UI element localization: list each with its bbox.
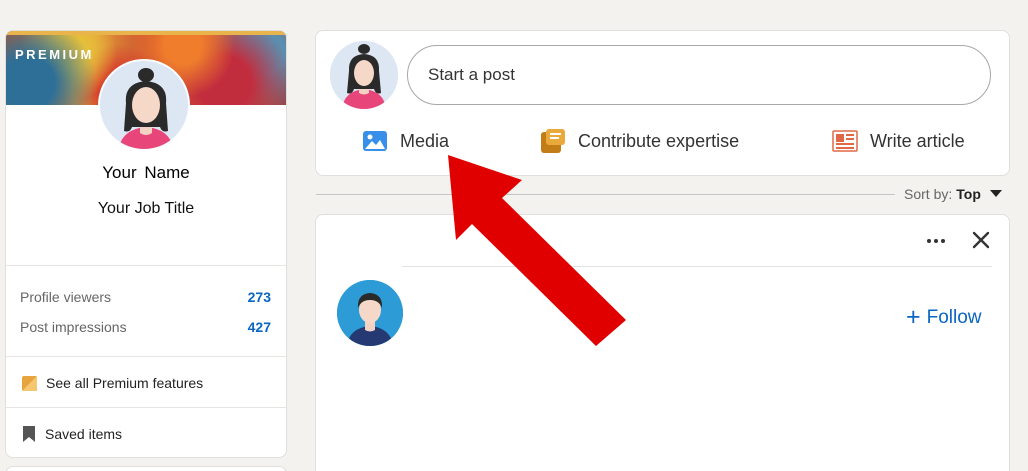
media-label: Media xyxy=(400,130,450,151)
stat-profile-viewers[interactable]: Profile viewers 273 xyxy=(20,287,271,307)
stat-label: Post impressions xyxy=(20,319,127,335)
feed-post-card: + Follow xyxy=(315,214,1010,471)
sort-dropdown[interactable]: Sort by: Top xyxy=(904,186,1002,202)
close-icon[interactable] xyxy=(970,229,992,251)
share-box: Start a post Media Contribute expertise … xyxy=(315,30,1010,176)
write-article-button[interactable]: Write article xyxy=(832,127,965,155)
linkedin-feed-page: PREMIUM Your Name Your Job Title Profile… xyxy=(0,0,1028,471)
profile-avatar[interactable] xyxy=(98,59,190,151)
stat-value: 273 xyxy=(247,289,271,305)
divider xyxy=(6,265,286,266)
caret-down-icon xyxy=(989,190,1002,198)
more-options-icon[interactable] xyxy=(924,233,948,249)
sort-label: Sort by: xyxy=(904,186,953,202)
bookmark-icon xyxy=(22,425,36,443)
profile-job-title: Your Job Title xyxy=(97,200,195,217)
saved-items-label: Saved items xyxy=(45,426,123,442)
article-icon xyxy=(832,130,858,152)
sort-value: Top xyxy=(956,186,981,202)
saved-items-link[interactable]: Saved items xyxy=(22,423,122,445)
stat-label: Profile viewers xyxy=(20,289,112,305)
premium-features-label: See all Premium features xyxy=(46,375,204,391)
divider xyxy=(6,356,286,357)
left-secondary-card xyxy=(5,466,287,471)
profile-name[interactable]: Your Name xyxy=(6,163,286,183)
divider xyxy=(6,407,286,408)
image-icon xyxy=(362,130,388,152)
stat-value: 427 xyxy=(247,319,271,335)
user-avatar[interactable] xyxy=(330,41,398,109)
contribute-expertise-label: Contribute expertise xyxy=(578,130,740,151)
stat-post-impressions[interactable]: Post impressions 427 xyxy=(20,317,271,337)
annotation-arrow-icon xyxy=(448,155,626,346)
start-post-input[interactable]: Start a post xyxy=(407,45,991,105)
premium-icon xyxy=(22,375,37,391)
post-author-avatar[interactable] xyxy=(337,280,403,346)
start-post-placeholder: Start a post xyxy=(428,65,515,84)
write-article-label: Write article xyxy=(870,130,965,151)
plus-icon: + xyxy=(906,303,921,331)
premium-features-link[interactable]: See all Premium features xyxy=(22,372,203,394)
follow-button[interactable]: + Follow xyxy=(906,305,982,330)
profile-card: PREMIUM Your Name Your Job Title Profile… xyxy=(5,30,287,458)
follow-label: Follow xyxy=(926,306,982,328)
premium-label: PREMIUM xyxy=(15,47,94,62)
